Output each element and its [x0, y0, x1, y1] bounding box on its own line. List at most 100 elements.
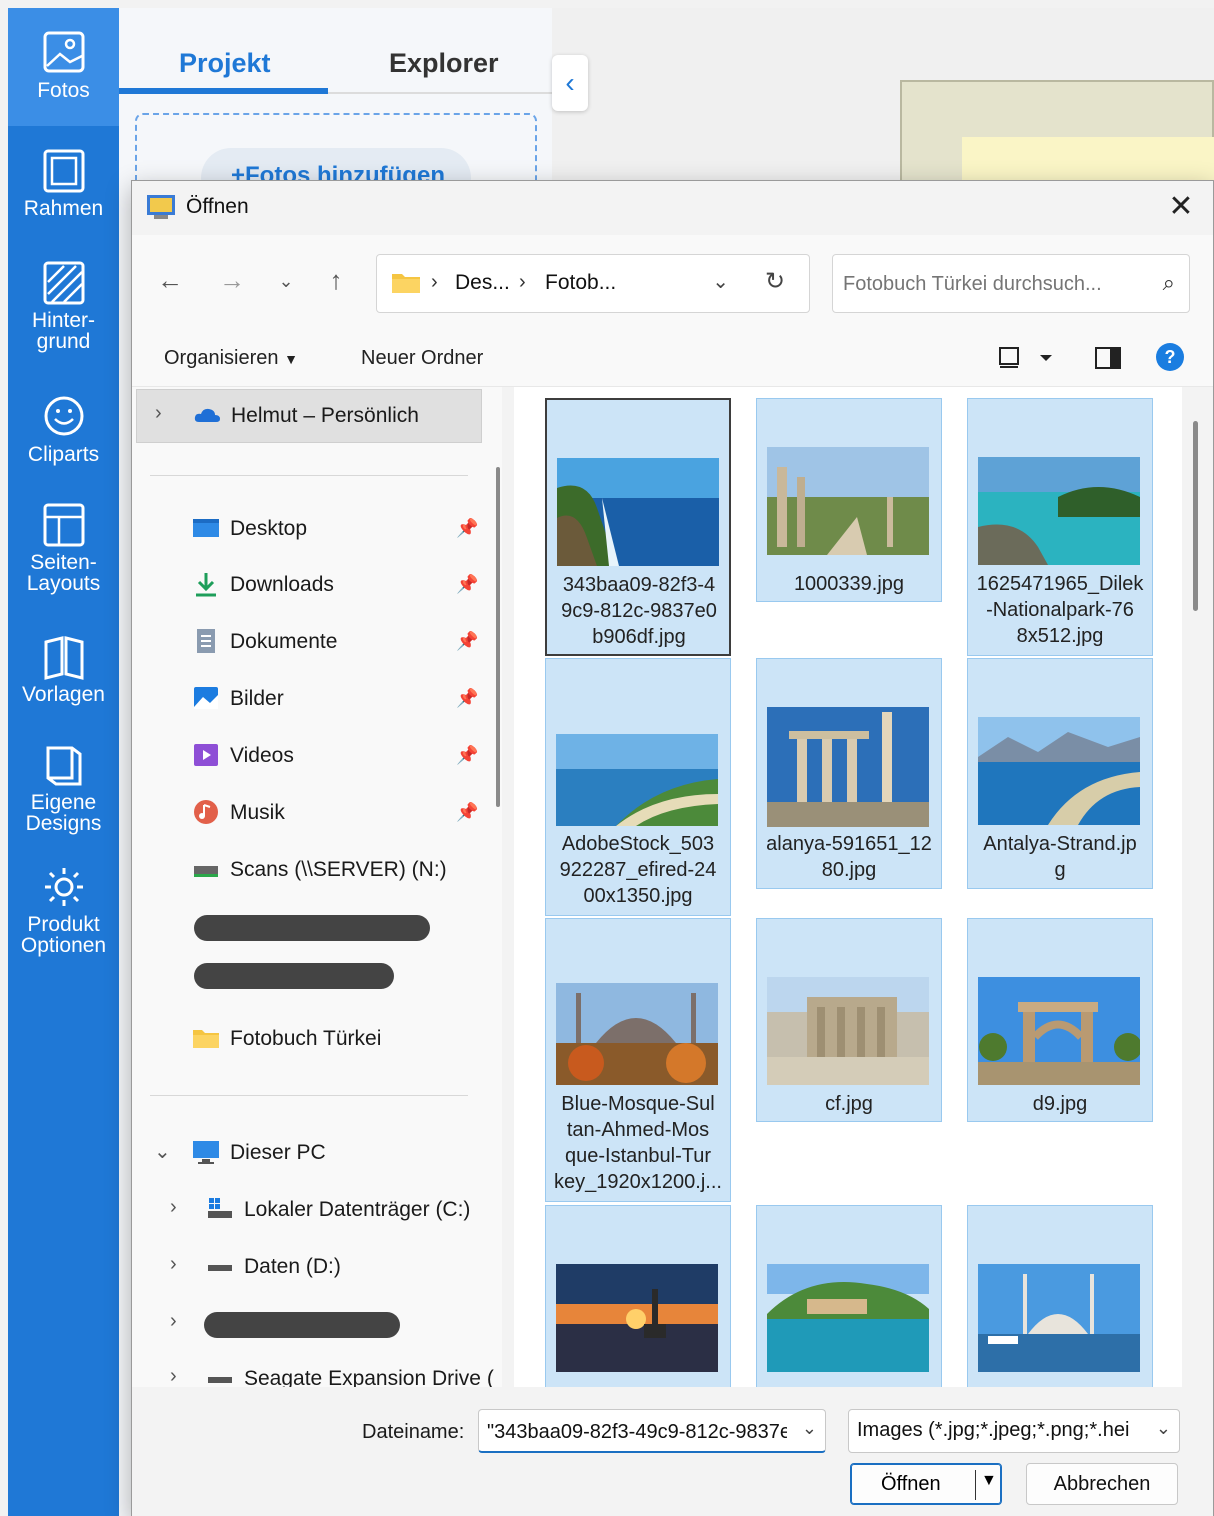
up-button[interactable]: ↑ [318, 265, 354, 296]
file-name: alanya-591651_12 80.jpg [766, 833, 932, 881]
pin-icon[interactable]: 📌 [456, 745, 478, 766]
refresh-button[interactable]: ↻ [765, 267, 785, 296]
address-dropdown-icon[interactable]: ⌄ [712, 269, 729, 294]
nav-item-redacted-1[interactable] [132, 901, 492, 953]
nav-item-desktop[interactable]: Desktop 📌 [132, 503, 492, 555]
nav-item-seagate[interactable]: › Seagate Expansion Drive ( [132, 1353, 494, 1387]
preview-pane-icon[interactable] [1094, 345, 1122, 371]
sidebar-item-rahmen[interactable]: Rahmen [8, 148, 119, 248]
nav-item-downloads[interactable]: Downloads 📌 [132, 559, 492, 611]
file-thumbnail [556, 734, 718, 826]
drive-icon [208, 1265, 232, 1271]
sidebar-item-vorlagen[interactable]: Vorlagen [8, 634, 119, 724]
chevron-right-icon: › [170, 1253, 177, 1275]
sidebar-item-label: Fotos [37, 79, 90, 102]
back-button[interactable]: ← [152, 265, 188, 296]
filename-input[interactable] [487, 1419, 787, 1445]
tab-projekt[interactable]: Projekt [179, 48, 271, 79]
sidebar-item-produkt-optionen[interactable]: Produkt Optionen [8, 864, 119, 974]
pin-icon[interactable]: 📌 [456, 802, 478, 823]
nav-item-label: Desktop [230, 517, 308, 540]
forward-button[interactable]: → [214, 265, 250, 296]
open-button[interactable]: Öffnen ▼ [850, 1463, 1002, 1505]
close-button[interactable]: ✕ [1163, 189, 1199, 225]
file-item[interactable]: 1625471965_Dilek -Nationalpark-76 8x512.jp… [967, 398, 1153, 656]
sidebar-item-label: Eigene [30, 791, 97, 814]
cancel-button[interactable]: Abbrechen [1026, 1463, 1178, 1505]
nav-item-drive-redacted[interactable]: › [132, 1298, 492, 1350]
file-list-scrollbar[interactable] [1193, 421, 1198, 611]
pin-icon[interactable]: 📌 [456, 688, 478, 709]
address-bar[interactable]: › Des... › Fotob... ⌄ [376, 254, 810, 313]
file-item[interactable]: 343baa09-82f3-4 9c9-812c-9837e0 b906df.jpg [545, 398, 731, 656]
redaction-mark [204, 1312, 400, 1338]
nav-item-drive-d[interactable]: › Daten (D:) [132, 1241, 492, 1293]
recent-locations-button[interactable]: ⌄ [268, 271, 304, 292]
sidebar-item-label: Produkt [27, 913, 100, 936]
pin-icon[interactable]: 📌 [456, 574, 478, 595]
nav-item-videos[interactable]: Videos 📌 [132, 730, 492, 782]
file-item[interactable]: cf.jpg [756, 918, 942, 1122]
filetype-select[interactable]: Images (*.jpg;*.jpeg;*.png;*.hei ⌄ [848, 1409, 1180, 1453]
file-item[interactable]: alanya-591651_12 80.jpg [756, 658, 942, 889]
file-thumbnail [978, 1264, 1140, 1372]
sidebar-item-hintergrund[interactable]: Hinter- grund [8, 260, 119, 370]
file-item[interactable] [545, 1205, 731, 1387]
dialog-title: Öffnen [186, 195, 249, 218]
arrow-up-icon: ↑ [329, 265, 343, 295]
nav-item-redacted-2[interactable] [132, 957, 492, 1009]
nav-item-dokumente[interactable]: Dokumente 📌 [132, 616, 492, 668]
open-button-label: Öffnen [881, 1473, 941, 1495]
nav-item-onedrive[interactable]: › Helmut – Persönlich [136, 389, 482, 443]
file-name: Blue-Mosque-Sul tan-Ahmed-Mos que-Istanbul… [554, 1093, 722, 1193]
file-item[interactable]: Antalya-Strand.jp g [967, 658, 1153, 889]
nav-item-drive-c[interactable]: › Lokaler Datenträger (C:) [132, 1184, 492, 1236]
redaction-mark [194, 915, 430, 941]
file-item[interactable]: AdobeStock_503 922287_efired-24 00x1350.jp… [545, 658, 731, 916]
arrow-right-icon: → [219, 265, 245, 295]
file-thumbnail [767, 1264, 929, 1372]
sidebar-item-fotos[interactable]: Fotos [8, 8, 119, 126]
pin-icon[interactable]: 📌 [456, 518, 478, 539]
nav-item-scans[interactable]: Scans (\\SERVER) (N:) [132, 844, 492, 896]
breadcrumb-desktop[interactable]: Des... [455, 271, 510, 295]
organize-menu[interactable]: Organisieren ▼ [164, 347, 298, 370]
pictures-icon [194, 687, 218, 709]
chevron-down-icon[interactable]: ⌄ [802, 1418, 817, 1439]
sidebar-item-label: Seiten- [30, 551, 97, 574]
pin-icon[interactable]: 📌 [456, 631, 478, 652]
breadcrumb-fotobuch[interactable]: Fotob... [545, 271, 616, 295]
sidebar-item-seiten-layouts[interactable]: Seiten- Layouts [8, 502, 119, 612]
file-name: 1000339.jpg [793, 573, 905, 595]
new-folder-button[interactable]: Neuer Ordner [361, 347, 483, 370]
sidebar-item-label: grund [36, 330, 91, 353]
file-item[interactable]: Blue-Mosque-Sul tan-Ahmed-Mos que-Istanbul… [545, 918, 731, 1202]
file-item[interactable] [756, 1205, 942, 1387]
sidebar-item-cliparts[interactable]: Cliparts [8, 394, 119, 484]
file-item[interactable] [967, 1205, 1153, 1387]
file-thumbnail [556, 983, 718, 1085]
tab-explorer[interactable]: Explorer [389, 48, 499, 79]
photos-icon [43, 31, 84, 73]
nav-item-fotobuch-tuerkei[interactable]: Fotobuch Türkei [132, 1013, 492, 1065]
file-item[interactable]: 1000339.jpg [756, 398, 942, 602]
command-bar: Organisieren ▼ Neuer Ordner ? [132, 329, 1213, 387]
caret-down-icon[interactable]: ▼ [981, 1472, 997, 1490]
chevron-left-icon: ‹ [565, 67, 575, 98]
navigation-pane: › Helmut – Persönlich Desktop 📌 Download… [132, 387, 502, 1387]
nav-item-bilder[interactable]: Bilder 📌 [132, 673, 492, 725]
nav-item-musik[interactable]: Musik 📌 [132, 787, 492, 839]
file-item[interactable]: d9.jpg [967, 918, 1153, 1122]
help-icon[interactable]: ? [1156, 343, 1184, 371]
nav-item-dieser-pc[interactable]: ⌄ Dieser PC [132, 1127, 492, 1179]
search-icon[interactable]: ⌕ [1163, 270, 1175, 296]
system-drive-icon [208, 1198, 232, 1218]
sidebar-item-eigene-designs[interactable]: Eigene Designs [8, 742, 119, 852]
background-icon [43, 261, 84, 305]
nav-item-label: Bilder [230, 687, 284, 710]
nav-scrollbar[interactable] [496, 467, 500, 807]
collapse-panel-button[interactable]: ‹ [552, 55, 588, 111]
search-input[interactable] [843, 269, 1133, 299]
view-options-icon[interactable] [998, 345, 1058, 371]
nav-item-label: Seagate Expansion Drive ( [244, 1367, 494, 1387]
